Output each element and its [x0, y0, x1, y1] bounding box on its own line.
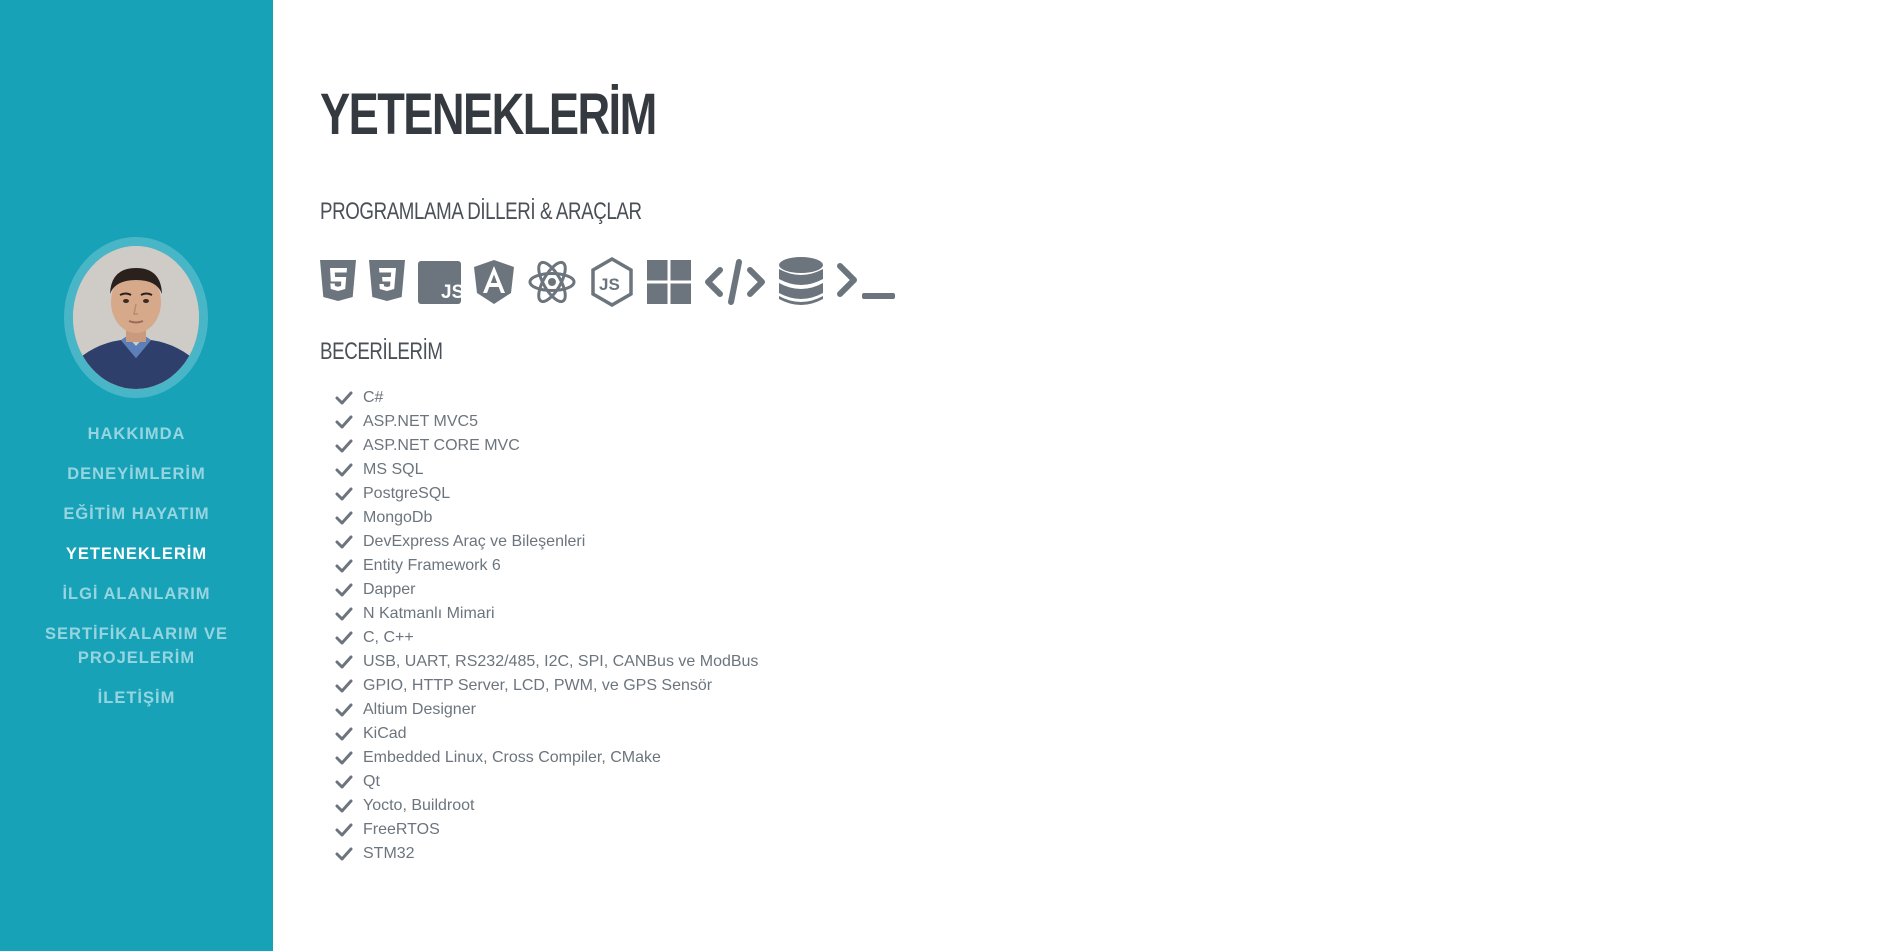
- tool-icons: JS JS: [320, 256, 911, 308]
- skill-item: MS SQL: [335, 458, 758, 482]
- skill-item: Yocto, Buildroot: [335, 794, 758, 818]
- page-title: YETENEKLERİM: [320, 82, 657, 147]
- check-icon: [335, 438, 357, 454]
- nav-item-deneyimlerim[interactable]: DENEYİMLERİM: [0, 462, 273, 486]
- check-icon: [335, 678, 357, 694]
- skill-item: PostgreSQL: [335, 482, 758, 506]
- code-icon: [704, 257, 766, 307]
- skill-item: C#: [335, 386, 758, 410]
- check-icon: [335, 654, 357, 670]
- skill-label: Altium Designer: [363, 701, 476, 718]
- check-icon: [335, 846, 357, 862]
- skill-item: Entity Framework 6: [335, 554, 758, 578]
- svg-text:JS: JS: [599, 275, 620, 294]
- skill-label: Yocto, Buildroot: [363, 797, 475, 814]
- nav-item-yeteneklerim[interactable]: YETENEKLERİM: [0, 542, 273, 566]
- skill-item: Altium Designer: [335, 698, 758, 722]
- main-content: YETENEKLERİM PROGRAMLAMA DİLLERİ & ARAÇL…: [273, 0, 1893, 951]
- avatar: [73, 246, 199, 389]
- skill-label: KiCad: [363, 725, 407, 742]
- skill-label: Embedded Linux, Cross Compiler, CMake: [363, 749, 661, 766]
- nav-item-hakkimda[interactable]: HAKKIMDA: [0, 422, 273, 446]
- skill-label: MongoDb: [363, 509, 433, 526]
- check-icon: [335, 462, 357, 478]
- check-icon: [335, 414, 357, 430]
- skill-label: Qt: [363, 773, 380, 790]
- svg-text:JS: JS: [441, 282, 461, 303]
- check-icon: [335, 702, 357, 718]
- css3-icon: [369, 257, 405, 307]
- skill-item: GPIO, HTTP Server, LCD, PWM, ve GPS Sens…: [335, 674, 758, 698]
- skill-item: FreeRTOS: [335, 818, 758, 842]
- tools-heading: PROGRAMLAMA DİLLERİ & ARAÇLAR: [320, 198, 642, 225]
- react-icon: [527, 257, 577, 307]
- skill-item: Embedded Linux, Cross Compiler, CMake: [335, 746, 758, 770]
- skill-label: PostgreSQL: [363, 485, 451, 502]
- check-icon: [335, 750, 357, 766]
- skills-heading: BECERİLERİM: [320, 338, 443, 365]
- skill-label: DevExpress Araç ve Bileşenleri: [363, 533, 586, 550]
- terminal-icon: [836, 257, 898, 307]
- skill-item: ASP.NET CORE MVC: [335, 434, 758, 458]
- skill-item: Dapper: [335, 578, 758, 602]
- angular-icon: [474, 257, 514, 307]
- check-icon: [335, 510, 357, 526]
- skill-label: USB, UART, RS232/485, I2C, SPI, CANBus v…: [363, 653, 759, 670]
- skill-item: USB, UART, RS232/485, I2C, SPI, CANBus v…: [335, 650, 758, 674]
- sidebar: HAKKIMDA DENEYİMLERİM EĞİTİM HAYATIM YET…: [0, 0, 273, 951]
- skill-label: GPIO, HTTP Server, LCD, PWM, ve GPS Sens…: [363, 677, 713, 694]
- check-icon: [335, 390, 357, 406]
- skill-label: C#: [363, 389, 384, 406]
- skill-label: C, C++: [363, 629, 414, 646]
- skill-item: ASP.NET MVC5: [335, 410, 758, 434]
- skill-label: Entity Framework 6: [363, 557, 501, 574]
- skill-item: DevExpress Araç ve Bileşenleri: [335, 530, 758, 554]
- check-icon: [335, 606, 357, 622]
- nav-item-sertifikalarim[interactable]: SERTİFİKALARIM VE PROJELERİM: [0, 622, 273, 670]
- skill-item: Qt: [335, 770, 758, 794]
- nav-item-ilgi-alanlarim[interactable]: İLGİ ALANLARIM: [0, 582, 273, 606]
- check-icon: [335, 582, 357, 598]
- skill-item: C, C++: [335, 626, 758, 650]
- check-icon: [335, 486, 357, 502]
- sidebar-nav: HAKKIMDA DENEYİMLERİM EĞİTİM HAYATIM YET…: [0, 422, 273, 726]
- skills-list: C# ASP.NET MVC5 ASP.NET CORE MVC MS SQL Post…: [335, 386, 758, 866]
- skill-label: MS SQL: [363, 461, 424, 478]
- nav-item-iletisim[interactable]: İLETİŞİM: [0, 686, 273, 710]
- skill-label: Dapper: [363, 581, 416, 598]
- skill-item: KiCad: [335, 722, 758, 746]
- check-icon: [335, 798, 357, 814]
- skill-label: ASP.NET MVC5: [363, 413, 479, 430]
- check-icon: [335, 534, 357, 550]
- nav-item-egitim-hayatim[interactable]: EĞİTİM HAYATIM: [0, 502, 273, 526]
- check-icon: [335, 774, 357, 790]
- check-icon: [335, 558, 357, 574]
- check-icon: [335, 822, 357, 838]
- check-icon: [335, 726, 357, 742]
- skill-label: N Katmanlı Mimari: [363, 605, 495, 622]
- check-icon: [335, 630, 357, 646]
- skill-item: STM32: [335, 842, 758, 866]
- skill-item: N Katmanlı Mimari: [335, 602, 758, 626]
- database-icon: [779, 257, 823, 307]
- skill-label: STM32: [363, 845, 415, 862]
- skill-label: FreeRTOS: [363, 821, 440, 838]
- nodejs-icon: JS: [590, 257, 634, 307]
- javascript-icon: JS: [418, 257, 461, 307]
- html5-icon: [320, 257, 356, 307]
- windows-icon: [647, 257, 691, 307]
- skill-item: MongoDb: [335, 506, 758, 530]
- skill-label: ASP.NET CORE MVC: [363, 437, 520, 454]
